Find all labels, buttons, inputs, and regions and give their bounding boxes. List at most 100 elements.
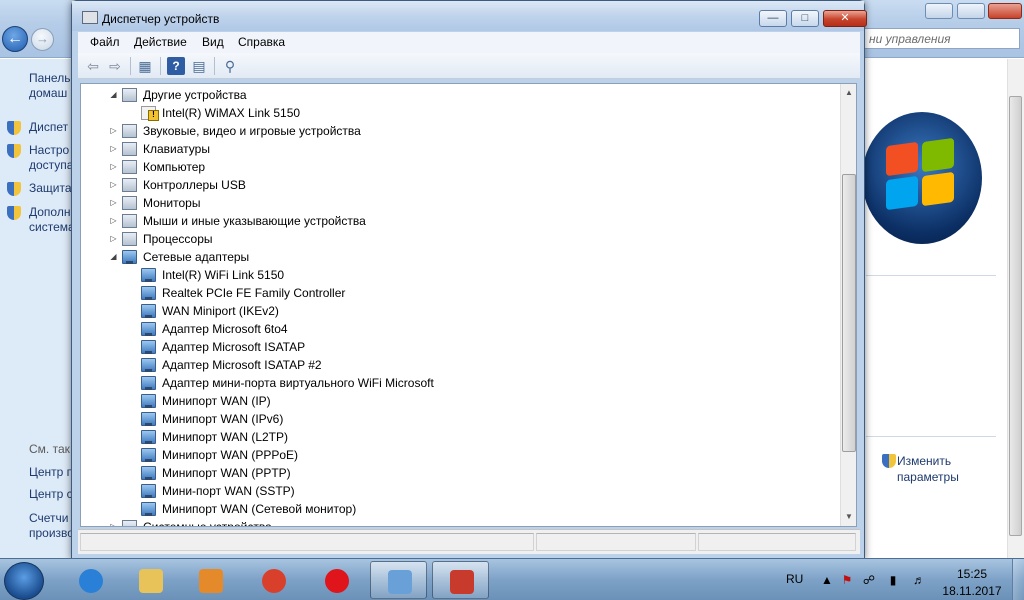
collapse-arrow-icon[interactable]: ◢ [109, 248, 118, 266]
sidebar-link[interactable]: система [29, 220, 75, 235]
restore-button[interactable] [957, 3, 985, 19]
collapse-arrow-icon[interactable]: ◢ [109, 86, 118, 104]
tree-category[interactable]: ▷ Мыши и иные указывающие устройства [81, 212, 839, 230]
tree-device[interactable]: Intel(R) WiFi Link 5150 [81, 266, 839, 284]
close-button[interactable]: ✕ [823, 10, 867, 27]
properties-icon[interactable]: ▤ [190, 57, 208, 75]
tree-category[interactable]: ◢ Другие устройства [81, 86, 839, 104]
tree-device[interactable]: Минипорт WAN (PPPoE) [81, 446, 839, 464]
action-center-icon[interactable]: ⚑ [840, 573, 854, 587]
expand-arrow-icon[interactable]: ▷ [109, 122, 118, 140]
start-button[interactable] [4, 562, 44, 600]
volume-icon[interactable]: ♬ [912, 573, 926, 587]
menu-view[interactable]: Вид [202, 35, 224, 49]
search-input[interactable]: ни управления [862, 28, 1020, 49]
network-signal-icon[interactable]: ▮ [886, 573, 900, 587]
tree-device[interactable]: Адаптер Microsoft 6to4 [81, 320, 839, 338]
scroll-up-arrow-icon[interactable]: ▲ [841, 86, 856, 100]
expand-arrow-icon[interactable]: ▷ [109, 194, 118, 212]
clock-time[interactable]: 15:25 [944, 567, 1000, 581]
sidebar-link[interactable]: доступа [29, 158, 73, 173]
sidebar-link[interactable]: Защита [29, 181, 72, 196]
tree-category[interactable]: ▷ Компьютер [81, 158, 839, 176]
tree-device[interactable]: Realtek PCIe FE Family Controller [81, 284, 839, 302]
usb-tray-icon[interactable]: ☍ [862, 573, 876, 587]
tree-category[interactable]: ▷ Процессоры [81, 230, 839, 248]
sidebar-link[interactable]: Панель [29, 71, 70, 86]
back-arrow-icon[interactable]: ← [2, 26, 28, 52]
tree-device[interactable]: Минипорт WAN (IPv6) [81, 410, 839, 428]
show-desktop-button[interactable] [1012, 559, 1024, 600]
menu-help[interactable]: Справка [238, 35, 285, 49]
scrollbar-thumb[interactable] [1009, 96, 1022, 536]
close-button[interactable] [988, 3, 1022, 19]
expand-arrow-icon[interactable]: ▷ [109, 518, 118, 526]
show-hide-console-tree-icon[interactable]: ▦ [136, 57, 154, 75]
sidebar-link[interactable]: Центр с [29, 487, 73, 502]
sidebar-link[interactable]: Дополн [29, 205, 70, 220]
sidebar-link[interactable]: Диспет [29, 120, 68, 135]
tree-category[interactable]: ▷ Мониторы [81, 194, 839, 212]
show-hidden-icons-icon[interactable]: ▲ [820, 573, 834, 587]
sidebar-link[interactable]: Центр п [29, 465, 73, 480]
tree-item-label: Сетевые адаптеры [143, 250, 250, 264]
back-icon[interactable]: ⇦ [84, 57, 102, 75]
tree-vertical-scrollbar[interactable]: ▲ ▼ [840, 84, 856, 526]
taskbar-button[interactable] [308, 561, 365, 599]
tree-item-label: Другие устройства [143, 88, 247, 102]
opera-icon [325, 569, 349, 593]
scroll-down-arrow-icon[interactable]: ▼ [841, 510, 856, 524]
shield-icon [882, 454, 896, 468]
tree-device[interactable]: Минипорт WAN (Сетевой монитор) [81, 500, 839, 518]
expand-arrow-icon[interactable]: ▷ [109, 158, 118, 176]
scrollbar-thumb[interactable] [842, 174, 856, 452]
sidebar-link[interactable]: Счетчи [29, 511, 69, 526]
network-adapter-icon [141, 466, 156, 480]
taskbar-button[interactable] [245, 561, 302, 599]
taskbar-button[interactable] [370, 561, 427, 599]
forward-arrow-icon[interactable]: → [31, 28, 54, 51]
tree-device[interactable]: Минипорт WAN (IP) [81, 392, 839, 410]
tree-device[interactable]: Минипорт WAN (PPTP) [81, 464, 839, 482]
maximize-button[interactable]: □ [791, 10, 819, 27]
other-devices-icon [122, 88, 137, 102]
change-settings-link[interactable]: Изменить параметры [897, 453, 959, 485]
tree-category[interactable]: ▷ Клавиатуры [81, 140, 839, 158]
expand-arrow-icon[interactable]: ▷ [109, 230, 118, 248]
tree-device[interactable]: Адаптер Microsoft ISATAP #2 [81, 356, 839, 374]
tree-device[interactable]: Адаптер Microsoft ISATAP [81, 338, 839, 356]
menu-bar: Файл Действие Вид Справка [78, 32, 860, 53]
taskbar-button[interactable] [62, 561, 119, 599]
tree-device[interactable]: Адаптер мини-порта виртуального WiFi Mic… [81, 374, 839, 392]
forward-icon[interactable]: ⇨ [106, 57, 124, 75]
tree-device[interactable]: Минипорт WAN (L2TP) [81, 428, 839, 446]
status-bar [78, 529, 860, 554]
scan-hardware-icon[interactable]: ⚲ [221, 57, 239, 75]
tree-category[interactable]: ◢ Сетевые адаптеры [81, 248, 839, 266]
expand-arrow-icon[interactable]: ▷ [109, 176, 118, 194]
minimize-button[interactable] [925, 3, 953, 19]
minimize-button[interactable]: — [759, 10, 787, 27]
language-indicator[interactable]: RU [786, 572, 803, 586]
expand-arrow-icon[interactable]: ▷ [109, 140, 118, 158]
taskbar-button[interactable] [182, 561, 239, 599]
taskbar-button[interactable] [122, 561, 179, 599]
tree-device[interactable]: Intel(R) WiMAX Link 5150 [81, 104, 839, 122]
taskbar-button[interactable] [432, 561, 489, 599]
menu-action[interactable]: Действие [134, 35, 187, 49]
tree-device[interactable]: WAN Miniport (IKEv2) [81, 302, 839, 320]
expand-arrow-icon[interactable]: ▷ [109, 212, 118, 230]
device-tree[interactable]: ◢ Другие устройства Intel(R) WiMAX Link 51… [80, 83, 857, 527]
sidebar-link[interactable]: произво [29, 526, 74, 541]
clock-date[interactable]: 18.11.2017 [938, 584, 1006, 598]
sidebar-link[interactable]: Настро [29, 143, 69, 158]
tree-category[interactable]: ▷ Контроллеры USB [81, 176, 839, 194]
tree-category[interactable]: ▷ Системные устройства [81, 518, 839, 526]
tree-category[interactable]: ▷ Звуковые, видео и игровые устройства [81, 122, 839, 140]
sidebar-link[interactable]: домаш [29, 86, 67, 101]
device-manager-titlebar[interactable]: Диспетчер устройств — □ ✕ [72, 1, 867, 31]
menu-file[interactable]: Файл [90, 35, 120, 49]
help-icon[interactable]: ? [167, 57, 185, 75]
network-adapter-icon [141, 322, 156, 336]
tree-device[interactable]: Мини-порт WAN (SSTP) [81, 482, 839, 500]
